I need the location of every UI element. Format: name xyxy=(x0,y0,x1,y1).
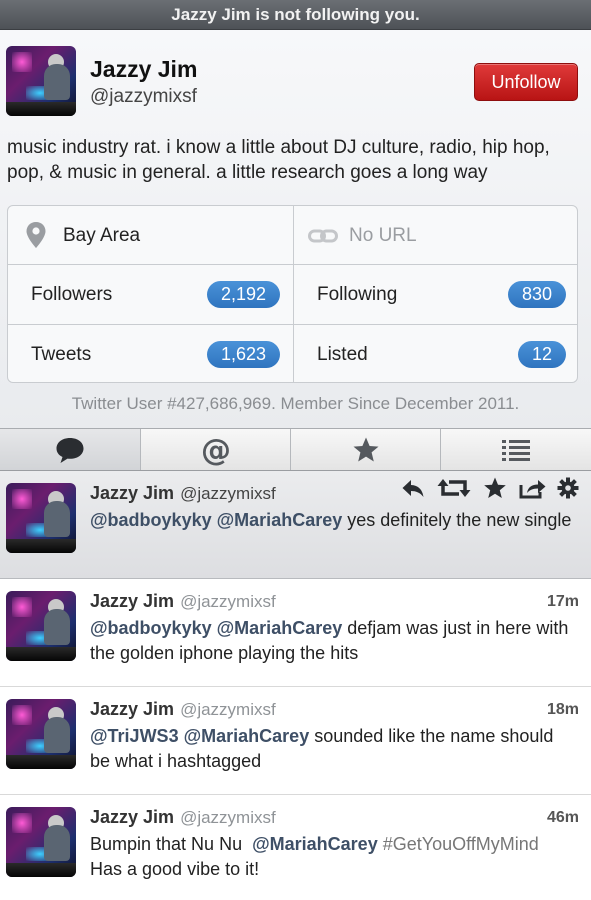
avatar-light xyxy=(12,597,32,617)
url-label: No URL xyxy=(349,225,417,246)
tab-tweets[interactable] xyxy=(0,429,141,470)
tab-mentions[interactable]: @ xyxy=(141,429,291,470)
location-cell: Bay Area xyxy=(8,206,293,265)
avatar-body xyxy=(44,825,70,861)
tweet-mention[interactable]: @TriJWS3 xyxy=(90,726,179,746)
location-label: Bay Area xyxy=(63,225,141,246)
speech-bubble-icon xyxy=(56,437,84,463)
tweet-mention[interactable]: @MariahCarey xyxy=(252,834,378,854)
tweets-cell[interactable]: Tweets 1,623 xyxy=(8,325,293,382)
avatar-light xyxy=(12,813,32,833)
tweet-item[interactable]: Jazzy Jim @jazzymixsf 17m @badboykyky @Ma… xyxy=(0,579,591,687)
tweet-author-handle: @jazzymixsf xyxy=(180,592,276,611)
link-icon xyxy=(308,229,338,243)
tweet-author: Jazzy Jim @jazzymixsf xyxy=(90,699,276,720)
tweet-mention[interactable]: @MariahCarey xyxy=(217,618,343,638)
tweet-author-name: Jazzy Jim xyxy=(90,807,175,827)
profile-stats: Bay Area No URL Followers 2,192 Followin… xyxy=(7,205,578,383)
avatar-body xyxy=(44,717,70,753)
tweet-author: Jazzy Jim @jazzymixsf xyxy=(90,591,276,612)
followers-cell[interactable]: Followers 2,192 xyxy=(8,265,293,324)
profile-bio: music industry rat. i know a little abou… xyxy=(7,137,550,183)
profile-tabs: @ xyxy=(0,428,591,471)
avatar-light xyxy=(12,52,32,72)
location-pin-icon xyxy=(26,222,46,248)
tweet-item[interactable]: Jazzy Jim @jazzymixsf @badboykyky @Maria… xyxy=(0,471,591,579)
not-following-banner: Jazzy Jim is not following you. xyxy=(0,0,591,30)
tweet-mention[interactable]: @MariahCarey xyxy=(184,726,310,746)
tweet-avatar[interactable] xyxy=(6,591,76,661)
profile-avatar[interactable] xyxy=(6,46,76,116)
tab-favorites[interactable] xyxy=(291,429,441,470)
tweet-author-handle: @jazzymixsf xyxy=(180,484,276,503)
profile-handle: @jazzymixsf xyxy=(90,86,197,107)
unfollow-button[interactable]: Unfollow xyxy=(474,63,578,101)
star-icon xyxy=(353,437,378,461)
gear-icon[interactable] xyxy=(557,477,579,499)
profile-name: Jazzy Jim xyxy=(90,56,198,82)
tweet-item[interactable]: Jazzy Jim @jazzymixsf 46m Bumpin that Nu … xyxy=(0,795,591,900)
following-label: Following xyxy=(317,284,398,305)
tweets-count-badge: 1,623 xyxy=(206,341,280,368)
avatar-light xyxy=(12,489,32,509)
reply-icon[interactable] xyxy=(401,477,425,499)
tweet-author-name: Jazzy Jim xyxy=(90,699,175,719)
tweet-author-name: Jazzy Jim xyxy=(90,591,175,611)
tweet-text: Bumpin that Nu Nu @MariahCarey #GetYouOf… xyxy=(90,832,575,882)
member-info: Twitter User #427,686,969. Member Since … xyxy=(71,394,520,413)
tweet-body: yes definitely the new single xyxy=(342,510,572,530)
tweet-timestamp: 18m xyxy=(546,701,579,718)
retweet-icon[interactable] xyxy=(437,477,471,499)
tweet-author-handle: @jazzymixsf xyxy=(180,700,276,719)
following-cell[interactable]: Following 830 xyxy=(294,265,577,324)
tweet-mention[interactable]: @badboykyky xyxy=(90,618,212,638)
tweet-author-handle: @jazzymixsf xyxy=(180,808,276,827)
tweet-mention[interactable]: @MariahCarey xyxy=(217,510,343,530)
listed-count-badge: 12 xyxy=(517,341,566,368)
avatar-turntable xyxy=(6,539,76,553)
tweet-text: @TriJWS3 @MariahCarey sounded like the n… xyxy=(90,724,575,774)
tweet-item[interactable]: Jazzy Jim @jazzymixsf 18m @TriJWS3 @Maria… xyxy=(0,687,591,795)
tweet-timestamp: 17m xyxy=(546,593,579,610)
tweet-author: Jazzy Jim @jazzymixsf xyxy=(90,483,276,504)
tweet-avatar[interactable] xyxy=(6,807,76,877)
avatar-turntable xyxy=(6,863,76,877)
followers-label: Followers xyxy=(31,284,113,305)
avatar-body xyxy=(44,609,70,645)
following-count-badge: 830 xyxy=(507,281,566,308)
listed-label: Listed xyxy=(317,344,368,365)
tweet-timestamp: 46m xyxy=(546,809,579,826)
favorite-star-icon[interactable] xyxy=(483,477,507,499)
tweet-mention[interactable]: @badboykyky xyxy=(90,510,212,530)
tweet-avatar[interactable] xyxy=(6,483,76,553)
listed-cell[interactable]: Listed 12 xyxy=(294,325,577,382)
tweet-avatar[interactable] xyxy=(6,699,76,769)
tweet-body: Has a good vibe to it! xyxy=(90,859,260,879)
tab-lists[interactable] xyxy=(441,429,591,470)
avatar-body xyxy=(44,64,70,100)
at-sign-icon: @ xyxy=(201,434,231,466)
tweet-actions xyxy=(401,477,579,499)
avatar-body xyxy=(44,501,70,537)
share-icon[interactable] xyxy=(519,477,547,499)
avatar-turntable xyxy=(6,647,76,661)
tweet-hashtag[interactable]: #GetYouOffMyMind xyxy=(378,834,539,854)
tweets-label: Tweets xyxy=(31,344,92,365)
tweet-author-name: Jazzy Jim xyxy=(90,483,175,503)
tweet-text: @badboykyky @MariahCarey defjam was just… xyxy=(90,616,575,666)
avatar-turntable xyxy=(6,102,76,116)
avatar-turntable xyxy=(6,755,76,769)
svg-text:@: @ xyxy=(201,434,231,466)
tweet-body-prefix: Bumpin that Nu Nu xyxy=(90,834,253,854)
profile-header: Jazzy Jim @jazzymixsf Unfollow music ind… xyxy=(0,30,591,428)
tweet-author: Jazzy Jim @jazzymixsf xyxy=(90,807,276,828)
tweet-text: @badboykyky @MariahCarey yes definitely … xyxy=(90,508,575,533)
followers-count-badge: 2,192 xyxy=(206,281,280,308)
avatar-light xyxy=(12,705,32,725)
url-cell: No URL xyxy=(294,206,577,265)
list-icon xyxy=(502,439,530,461)
